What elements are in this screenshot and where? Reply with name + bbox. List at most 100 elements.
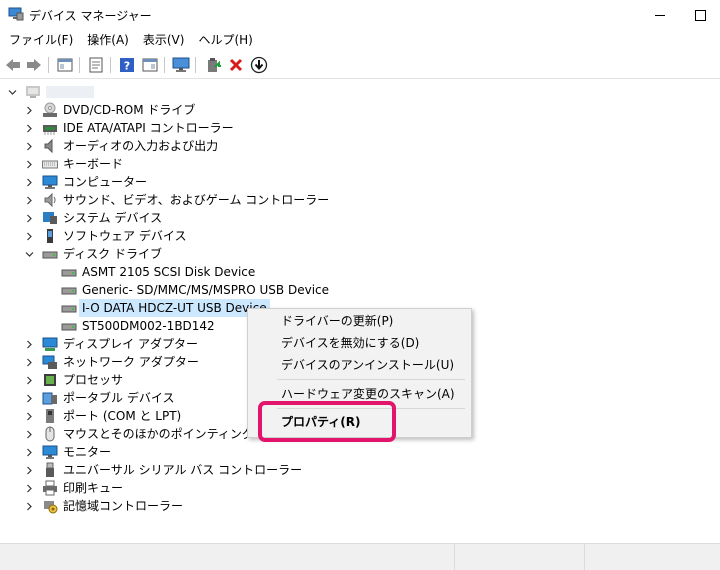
chevron-right-icon[interactable] — [25, 394, 34, 403]
toolbar-separator — [164, 57, 165, 73]
tree-item-label: ST500DM002-1BD142 — [82, 319, 215, 333]
help-icon[interactable]: ? — [118, 56, 136, 74]
tree-item-usb[interactable]: ユニバーサル シリアル バス コントローラー — [25, 461, 302, 479]
chevron-right-icon[interactable] — [25, 106, 34, 115]
tree-item-label: ユニバーサル シリアル バス コントローラー — [63, 463, 303, 477]
tree-item-label: 記憶域コントローラー — [63, 499, 184, 513]
menu-item-uninstall-device[interactable]: デバイスのアンインストール(U) — [281, 356, 454, 374]
tree-item-computer[interactable]: コンピューター — [25, 173, 147, 191]
status-bar — [0, 543, 720, 570]
action-view-icon[interactable] — [141, 56, 159, 74]
tree-item-label: ASMT 2105 SCSI Disk Device — [82, 265, 256, 279]
tree-item-label: サウンド、ビデオ、およびゲーム コントローラー — [63, 193, 330, 207]
menu-bar: ファイル(F) 操作(A) 表示(V) ヘルプ(H) — [0, 30, 720, 50]
chevron-down-icon[interactable] — [25, 250, 34, 259]
tree-item-label: オーディオの入力および出力 — [63, 139, 219, 153]
tree-item-monitor[interactable]: モニター — [25, 443, 111, 461]
tree-item-port[interactable]: ポート (COM と LPT) — [25, 407, 181, 425]
svg-text:?: ? — [124, 60, 130, 73]
uninstall-icon[interactable] — [227, 56, 245, 74]
chevron-right-icon[interactable] — [25, 340, 34, 349]
tree-item-ide[interactable]: IDE ATA/ATAPI コントローラー — [25, 119, 234, 137]
chevron-right-icon[interactable] — [25, 466, 34, 475]
processor-icon — [42, 372, 58, 388]
system-device-icon — [42, 210, 58, 226]
chevron-right-icon[interactable] — [25, 214, 34, 223]
chevron-right-icon[interactable] — [25, 430, 34, 439]
tree-item-keyboard[interactable]: キーボード — [25, 155, 123, 173]
chevron-right-icon[interactable] — [25, 412, 34, 421]
chevron-right-icon[interactable] — [25, 178, 34, 187]
tree-item-processor[interactable]: プロセッサ — [25, 371, 123, 389]
maximize-button[interactable] — [680, 0, 720, 30]
network-adapter-icon — [42, 354, 58, 370]
menu-item-update-driver[interactable]: ドライバーの更新(P) — [281, 312, 393, 330]
menu-action[interactable]: 操作(A) — [80, 30, 136, 50]
printer-icon — [42, 480, 58, 496]
chevron-right-icon[interactable] — [25, 484, 34, 493]
tree-item-printer[interactable]: 印刷キュー — [25, 479, 123, 497]
chevron-right-icon[interactable] — [25, 232, 34, 241]
tree-item-label: 印刷キュー — [63, 481, 124, 495]
title-bar: デバイス マネージャー — [0, 0, 720, 30]
chevron-down-icon[interactable] — [8, 88, 17, 97]
dvd-drive-icon — [42, 102, 58, 118]
show-hide-icon[interactable] — [56, 56, 74, 74]
ide-controller-icon — [42, 120, 58, 136]
tree-item-label: DVD/CD-ROM ドライブ — [63, 103, 196, 117]
speaker-icon — [42, 138, 58, 154]
forward-arrow-icon[interactable] — [25, 56, 43, 74]
chevron-right-icon[interactable] — [25, 124, 34, 133]
back-arrow-icon[interactable] — [4, 56, 22, 74]
tree-item-display[interactable]: ディスプレイ アダプター — [25, 335, 198, 353]
chevron-right-icon[interactable] — [25, 448, 34, 457]
tree-item-software[interactable]: ソフトウェア デバイス — [25, 227, 186, 245]
chevron-right-icon[interactable] — [25, 142, 34, 151]
properties-highlight-frame — [258, 401, 396, 442]
tree-item-label: ディスク ドライブ — [63, 247, 162, 261]
download-icon[interactable] — [250, 56, 268, 74]
chevron-right-icon[interactable] — [25, 502, 34, 511]
menu-item-disable-device[interactable]: デバイスを無効にする(D) — [281, 334, 419, 352]
monitor-icon[interactable] — [172, 56, 190, 74]
status-pane — [454, 544, 585, 570]
tree-item-disk-generic[interactable]: Generic- SD/MMC/MS/MSPRO USB Device — [61, 281, 329, 299]
tree-item-label: キーボード — [63, 157, 124, 171]
toolbar-separator — [195, 57, 196, 73]
tree-item-disk-iodata[interactable]: I-O DATA HDCZ-UT USB Device — [61, 299, 270, 317]
tree-item-disk-st500[interactable]: ST500DM002-1BD142 — [61, 317, 215, 335]
tree-item-network[interactable]: ネットワーク アダプター — [25, 353, 199, 371]
tree-item-label: コンピューター — [63, 175, 148, 189]
menu-help[interactable]: ヘルプ(H) — [191, 30, 259, 50]
chevron-right-icon[interactable] — [25, 160, 34, 169]
port-icon — [42, 408, 58, 424]
tree-item-sound[interactable]: サウンド、ビデオ、およびゲーム コントローラー — [25, 191, 329, 209]
tree-item-storage[interactable]: 記憶域コントローラー — [25, 497, 183, 515]
toolbar: ? — [0, 51, 720, 79]
disk-drive-icon — [42, 246, 58, 262]
tree-item-label: システム デバイス — [63, 211, 163, 225]
tree-item-label: Generic- SD/MMC/MS/MSPRO USB Device — [82, 283, 330, 297]
update-driver-icon[interactable] — [204, 56, 222, 74]
chevron-right-icon[interactable] — [25, 376, 34, 385]
chevron-right-icon[interactable] — [25, 358, 34, 367]
tree-item-dvd[interactable]: DVD/CD-ROM ドライブ — [25, 101, 195, 119]
tree-item-portable[interactable]: ポータブル デバイス — [25, 389, 174, 407]
minimize-button[interactable] — [640, 0, 680, 30]
keyboard-icon — [42, 156, 58, 172]
tree-root-label — [46, 86, 94, 98]
tree-root[interactable] — [8, 83, 94, 101]
hard-disk-icon — [61, 300, 77, 316]
tree-item-system[interactable]: システム デバイス — [25, 209, 162, 227]
software-device-icon — [42, 228, 58, 244]
properties-icon[interactable] — [87, 56, 105, 74]
tree-item-audio[interactable]: オーディオの入力および出力 — [25, 137, 218, 155]
tree-item-disk-asmt[interactable]: ASMT 2105 SCSI Disk Device — [61, 263, 255, 281]
menu-file[interactable]: ファイル(F) — [0, 30, 80, 50]
hard-disk-icon — [61, 282, 77, 298]
tree-item-disk[interactable]: ディスク ドライブ — [25, 245, 162, 263]
window-title: デバイス マネージャー — [29, 9, 152, 23]
toolbar-separator — [110, 57, 111, 73]
menu-view[interactable]: 表示(V) — [136, 30, 192, 50]
chevron-right-icon[interactable] — [25, 196, 34, 205]
